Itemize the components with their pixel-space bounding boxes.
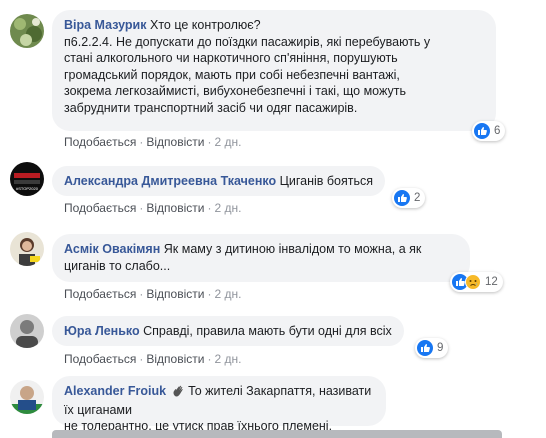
avatar[interactable]: #STOP2020 bbox=[10, 162, 44, 196]
avatar[interactable] bbox=[10, 14, 44, 48]
comment-actions: Подобається · Відповісти · 2 дн. bbox=[64, 135, 242, 149]
comment-actions: Подобається · Відповісти · 2 дн. bbox=[64, 201, 242, 215]
like-link[interactable]: Подобається bbox=[64, 352, 136, 366]
reply-link[interactable]: Відповісти bbox=[146, 201, 204, 215]
like-icon bbox=[417, 340, 433, 356]
reply-link[interactable]: Відповісти bbox=[146, 352, 204, 366]
comment-text-line: громадський порядок, мають при собі небе… bbox=[64, 67, 400, 82]
reply-link[interactable]: Відповісти bbox=[146, 135, 204, 149]
comment-bubble: Александра Дмитреевна Ткаченко Циганів б… bbox=[52, 166, 386, 196]
comment-text: Циганів бояться bbox=[279, 174, 374, 188]
like-icon bbox=[394, 190, 410, 206]
sad-icon bbox=[465, 274, 481, 290]
like-link[interactable]: Подобається bbox=[64, 135, 136, 149]
like-icon bbox=[474, 123, 490, 139]
reaction-count[interactable]: 9 bbox=[415, 338, 449, 358]
comment-author[interactable]: Alexander Froiuk bbox=[64, 384, 166, 398]
comment-text-line: зокрема легкозаймисті, вибухонебезпечні … bbox=[64, 84, 406, 98]
avatar-caption: #STOP2020 bbox=[16, 186, 39, 191]
comment-actions: Подобається · Відповісти · 2 дн. bbox=[64, 287, 242, 301]
comment-text: Як маму з дитиною інвалідом то можна, а … bbox=[163, 242, 422, 256]
avatar[interactable] bbox=[10, 232, 44, 266]
like-link[interactable]: Подобається bbox=[64, 201, 136, 215]
reaction-count[interactable]: 6 bbox=[472, 121, 506, 141]
reaction-number: 2 bbox=[414, 192, 421, 204]
comment-author[interactable]: Віра Мазурик bbox=[64, 18, 147, 32]
reaction-count[interactable]: 12 bbox=[450, 272, 503, 292]
comment-text-line: стані алкогольного чи наркотичного сп'ян… bbox=[64, 51, 398, 65]
comment-bubble: Alexander Froiuk То жителі Закарпаття, н… bbox=[52, 376, 386, 433]
reaction-number: 9 bbox=[437, 342, 444, 354]
comment-text-line: циганів то слабо... bbox=[64, 258, 171, 273]
reply-link[interactable]: Відповісти bbox=[146, 287, 204, 301]
comment-time[interactable]: 2 дн. bbox=[214, 287, 241, 301]
like-link[interactable]: Подобається bbox=[64, 287, 136, 301]
reaction-number: 6 bbox=[494, 125, 501, 137]
comment-bubble: Віра Мазурик Хто це контролює? п6.2.2.4.… bbox=[52, 10, 496, 131]
comment-time[interactable]: 2 дн. bbox=[214, 352, 241, 366]
reaction-count[interactable]: 2 bbox=[392, 188, 426, 208]
avatar[interactable] bbox=[10, 380, 44, 414]
reaction-number: 12 bbox=[485, 276, 498, 288]
comment-text: Справді, правила мають бути одні для всі… bbox=[143, 324, 392, 338]
comment-bubble: Юра Ленько Справді, правила мають бути о… bbox=[52, 316, 404, 346]
avatar[interactable] bbox=[10, 314, 44, 348]
comment-author[interactable]: Александра Дмитреевна Ткаченко bbox=[64, 174, 276, 188]
comment-time[interactable]: 2 дн. bbox=[214, 135, 241, 149]
comment-bubble: Асмік Овакімян Як маму з дитиною інвалід… bbox=[52, 234, 470, 282]
comment-author[interactable]: Юра Ленько bbox=[64, 324, 140, 338]
waving-hand-icon bbox=[172, 384, 185, 402]
comment-text-line: забруднити транспортний засіб чи одяг па… bbox=[64, 100, 358, 115]
comment-text: Хто це контролює? bbox=[149, 18, 261, 32]
attachment-image[interactable] bbox=[52, 430, 502, 438]
comment-text-line: п6.2.2.4. Не допускати до поїздки пасажи… bbox=[64, 34, 431, 49]
comment-author[interactable]: Асмік Овакімян bbox=[64, 242, 160, 256]
comment-actions: Подобається · Відповісти · 2 дн. bbox=[64, 352, 242, 366]
comment-time[interactable]: 2 дн. bbox=[214, 201, 241, 215]
